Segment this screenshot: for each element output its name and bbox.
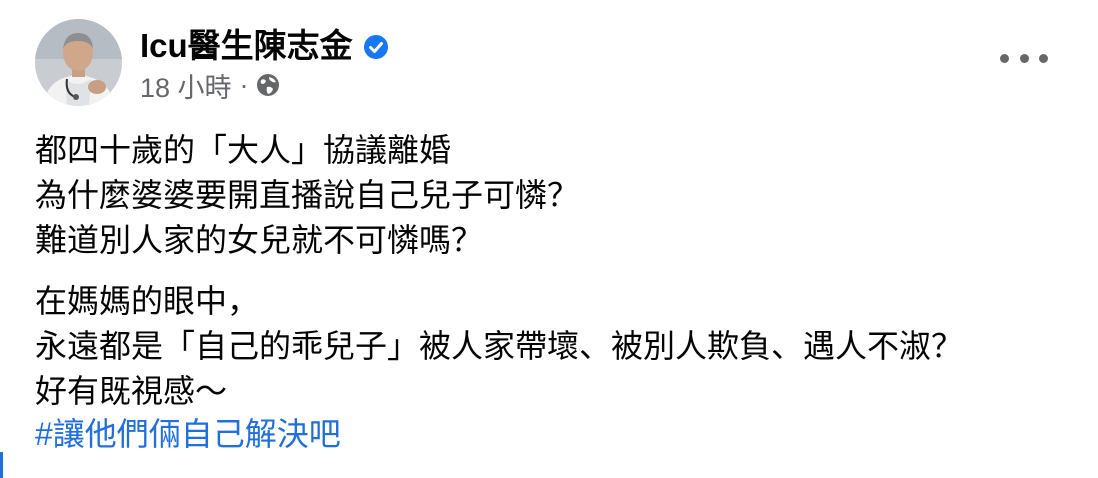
post-line: 都四十歲的「大人」協議離婚 — [35, 132, 452, 168]
more-dot — [1039, 53, 1048, 63]
meta-separator: · — [239, 69, 249, 100]
author-header: Icu醫生陳志金 — [140, 22, 389, 64]
more-dot — [1019, 53, 1029, 63]
post-paragraph: 在媽媽的眼中， 永遠都是「自己的乖兒子」被人家帶壞、被別人欺負、遇人不淑？ 好有… — [35, 279, 1075, 414]
author-name[interactable]: Icu醫生陳志金 — [140, 19, 353, 67]
more-options-icon[interactable] — [1000, 45, 1048, 71]
post-line: 好有既視感～ — [35, 373, 228, 409]
post-meta: 18 小時 · — [140, 66, 281, 105]
post-paragraph: 都四十歲的「大人」協議離婚 為什麼婆婆要開直播說自己兒子可憐？ 難道別人家的女兒… — [35, 128, 1075, 263]
post-line: 為什麼婆婆要開直播說自己兒子可憐？ — [35, 177, 580, 213]
post-line: 難道別人家的女兒就不可憐嗎？ — [35, 222, 484, 258]
more-dot — [1000, 53, 1009, 63]
post-line: 永遠都是「自己的乖兒子」被人家帶壞、被別人欺負、遇人不淑？ — [35, 328, 964, 364]
facebook-post: Icu醫生陳志金 18 小時 · 都四十歲的「大人」協議離婚 為什麼婆婆要開直播… — [0, 0, 1098, 478]
left-edge-indicator — [0, 452, 3, 478]
verified-badge-icon — [363, 30, 389, 59]
avatar-photo — [35, 19, 122, 106]
hashtag-link[interactable]: #讓他們倆自己解決吧 — [35, 412, 341, 457]
globe-icon[interactable] — [255, 72, 281, 98]
post-timestamp[interactable]: 18 小時 — [140, 66, 232, 105]
avatar[interactable] — [35, 19, 122, 106]
post-line: 在媽媽的眼中， — [35, 283, 260, 319]
post-body: 都四十歲的「大人」協議離婚 為什麼婆婆要開直播說自己兒子可憐？ 難道別人家的女兒… — [35, 128, 1075, 414]
